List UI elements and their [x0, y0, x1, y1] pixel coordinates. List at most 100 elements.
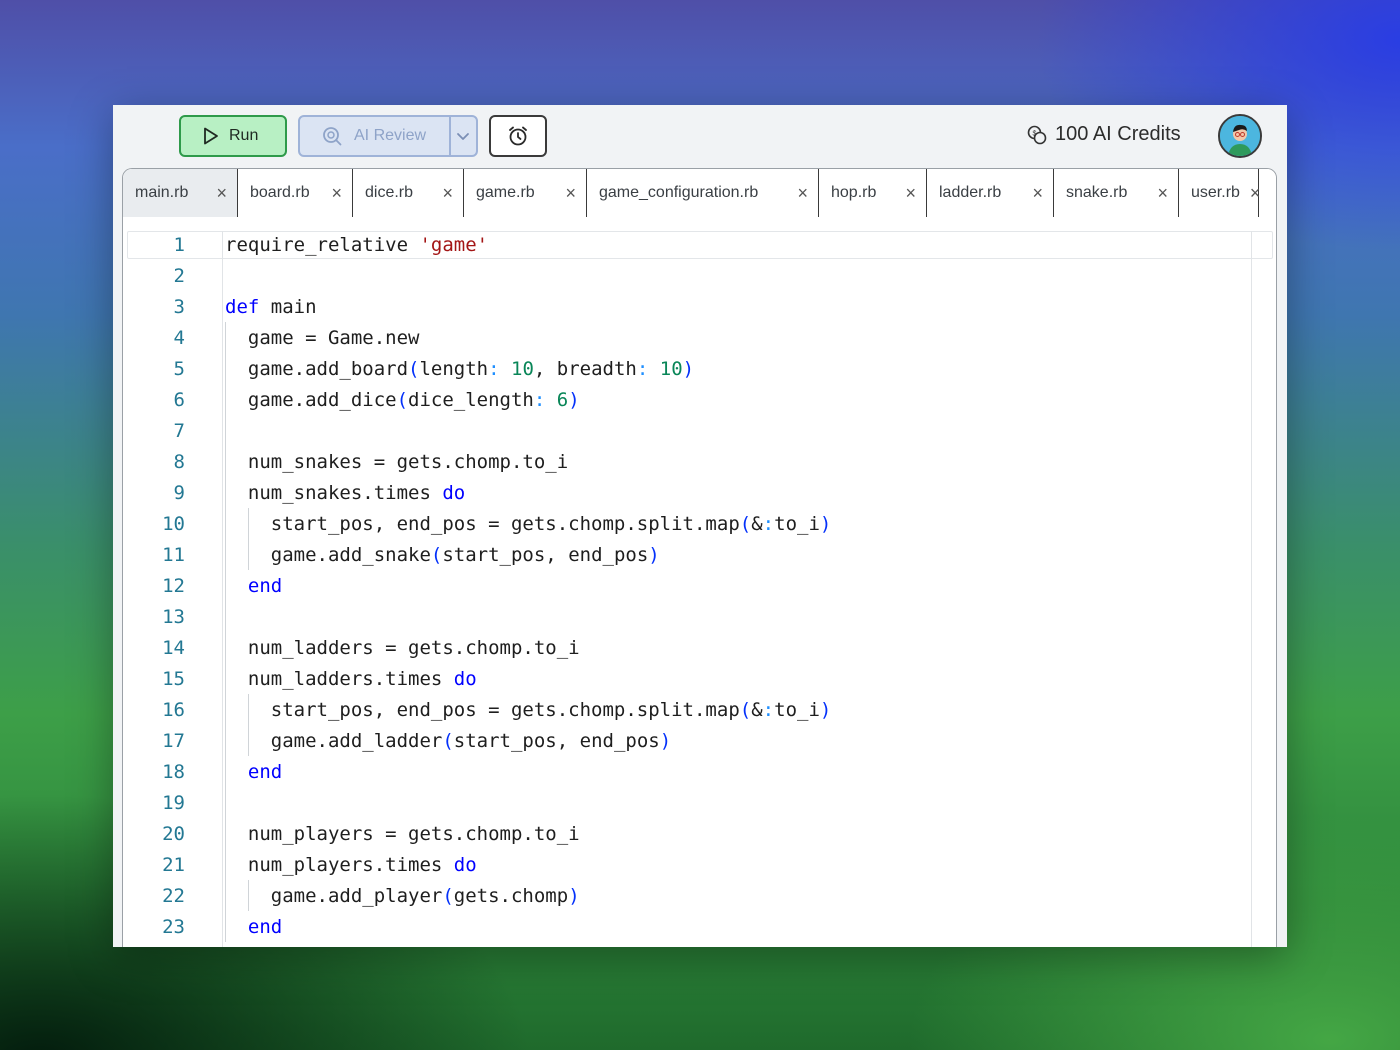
coins-icon: $ [1027, 125, 1047, 144]
code-line: 3 def main [123, 291, 1243, 322]
indent-guide [225, 322, 226, 942]
user-avatar-icon [1220, 116, 1260, 156]
code-text: game.add_player(gets.chomp) [225, 884, 580, 907]
tab-label: board.rb [250, 184, 310, 201]
code-text: num_snakes.times do [225, 481, 466, 504]
line-number: 2 [173, 264, 185, 287]
line-number: 4 [173, 326, 185, 349]
tab-snake-rb[interactable]: snake.rb × [1054, 169, 1179, 217]
code-line: 7 [123, 415, 1243, 446]
code-line: 5 game.add_board(length: 10, breadth: 10… [123, 353, 1243, 384]
vertical-scrollbar[interactable] [1251, 231, 1274, 947]
code-line: 2 [123, 260, 1243, 291]
close-icon[interactable]: × [1157, 183, 1168, 204]
line-number: 14 [162, 636, 185, 659]
svg-text:$: $ [1033, 130, 1037, 137]
code-line: 14 num_ladders = gets.chomp.to_i [123, 632, 1243, 663]
close-icon[interactable]: × [565, 183, 576, 204]
tab-ladder-rb[interactable]: ladder.rb × [927, 169, 1054, 217]
close-icon[interactable]: × [331, 183, 342, 204]
code-text: num_snakes = gets.chomp.to_i [225, 450, 569, 473]
tab-label: user.rb [1191, 184, 1240, 201]
tab-hop-rb[interactable]: hop.rb × [819, 169, 927, 217]
code-text: start_pos, end_pos = gets.chomp.split.ma… [225, 698, 832, 721]
line-number: 7 [173, 419, 185, 442]
code-text: num_players = gets.chomp.to_i [225, 822, 580, 845]
tab-dice-rb[interactable]: dice.rb × [353, 169, 464, 217]
line-number: 10 [162, 512, 185, 535]
avatar[interactable] [1218, 114, 1262, 158]
code-text: require_relative 'game' [225, 233, 489, 256]
code-line: 13 [123, 601, 1243, 632]
tab-label: main.rb [135, 184, 189, 201]
code-line: 15 num_ladders.times do [123, 663, 1243, 694]
code-line: 19 [123, 787, 1243, 818]
tab-game-configuration-rb[interactable]: game_configuration.rb × [587, 169, 819, 217]
close-icon[interactable]: × [1250, 183, 1261, 204]
close-icon[interactable]: × [905, 183, 916, 204]
line-number: 15 [162, 667, 185, 690]
indent-guide [247, 508, 249, 570]
code-line: 10 start_pos, end_pos = gets.chomp.split… [123, 508, 1243, 539]
ai-review-dropdown[interactable] [448, 117, 476, 155]
ai-review-button[interactable]: AI Review [298, 115, 478, 157]
code-line: 21 num_players.times do [123, 849, 1243, 880]
code-line: 1 require_relative 'game' [123, 229, 1243, 260]
code-text: end [247, 760, 283, 783]
code-text: end [247, 915, 283, 938]
alarm-button[interactable] [489, 115, 547, 157]
line-number: 22 [162, 884, 185, 907]
code-text: num_ladders.times do [225, 667, 477, 690]
code-text: game.add_ladder(start_pos, end_pos) [225, 729, 672, 752]
code-text: game.add_board(length: 10, breadth: 10) [225, 357, 695, 380]
tab-main-rb[interactable]: main.rb × [123, 169, 238, 217]
tab-label: dice.rb [365, 184, 414, 201]
ai-review-label: AI Review [354, 127, 427, 144]
close-icon[interactable]: × [216, 183, 227, 204]
line-number: 9 [173, 481, 185, 504]
code-line: 16 start_pos, end_pos = gets.chomp.split… [123, 694, 1243, 725]
code-text: end [247, 574, 283, 597]
close-icon[interactable]: × [1032, 183, 1043, 204]
run-label: Run [229, 127, 259, 144]
line-number: 17 [162, 729, 185, 752]
line-number: 21 [162, 853, 185, 876]
run-button[interactable]: Run [179, 115, 287, 157]
code-text: game.add_dice(dice_length: 6) [225, 388, 580, 411]
line-number: 18 [162, 760, 185, 783]
code-text: game = Game.new [225, 326, 420, 349]
editor: main.rb × board.rb × dice.rb × game.rb × game_co… [122, 168, 1277, 947]
line-number: 6 [173, 388, 185, 411]
code-line: 12 end [123, 570, 1243, 601]
code-line: 8 num_snakes = gets.chomp.to_i [123, 446, 1243, 477]
close-icon[interactable]: × [797, 183, 808, 204]
line-number: 3 [173, 295, 185, 318]
tab-label: ladder.rb [939, 184, 1002, 201]
line-number: 11 [162, 543, 185, 566]
code-text: def main [225, 295, 317, 318]
code-line: 6 game.add_dice(dice_length: 6) [123, 384, 1243, 415]
line-number: 1 [173, 233, 185, 256]
close-icon[interactable]: × [442, 183, 453, 204]
alarm-clock-icon [509, 126, 527, 146]
tab-label: game_configuration.rb [599, 184, 759, 201]
line-number: 19 [162, 791, 185, 814]
ai-review-main[interactable]: AI Review [300, 117, 449, 155]
code-editor[interactable]: 1 require_relative 'game' 2 3 def main 4 game… [123, 217, 1276, 947]
tab-label: game.rb [476, 184, 535, 201]
line-number: 13 [162, 605, 185, 628]
ai-credits: $ 100 AI Credits [1027, 123, 1181, 146]
indent-guide [247, 880, 249, 911]
tab-user-rb[interactable]: user.rb × [1179, 169, 1261, 217]
chevron-down-icon [457, 133, 470, 140]
code-text: start_pos, end_pos = gets.chomp.split.ma… [225, 512, 832, 535]
tab-board-rb[interactable]: board.rb × [238, 169, 353, 217]
line-number: 8 [173, 450, 185, 473]
code-line: 17 game.add_ladder(start_pos, end_pos) [123, 725, 1243, 756]
file-tab-bar: main.rb × board.rb × dice.rb × game.rb × game_co… [123, 169, 1276, 218]
indent-guide [247, 694, 249, 756]
code-line: 11 game.add_snake(start_pos, end_pos) [123, 539, 1243, 570]
tab-label: hop.rb [831, 184, 877, 201]
tab-game-rb[interactable]: game.rb × [464, 169, 587, 217]
line-number: 12 [162, 574, 185, 597]
